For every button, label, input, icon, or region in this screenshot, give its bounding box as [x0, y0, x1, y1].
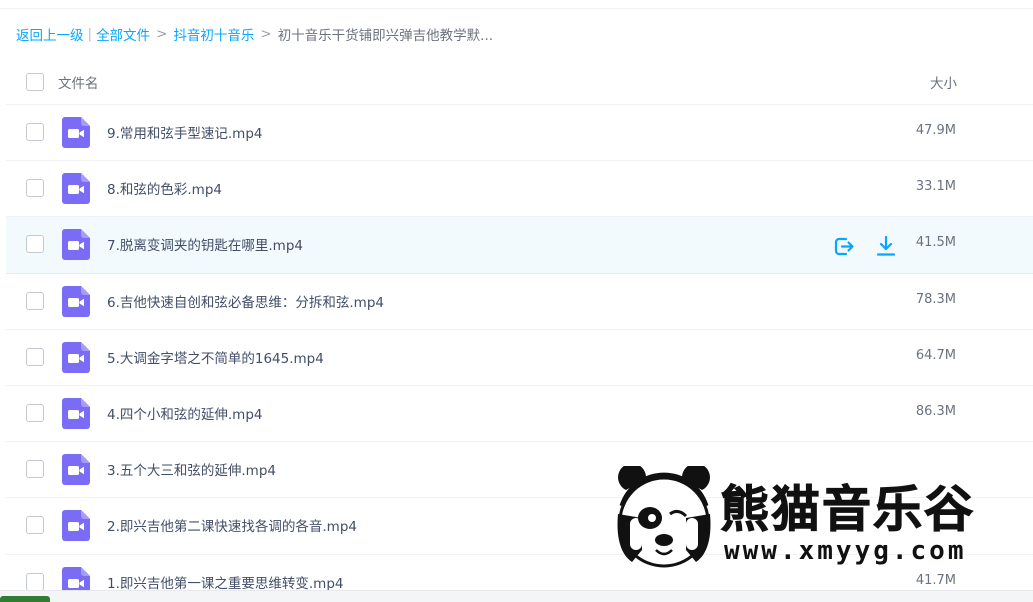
watermark-title: 熊猫音乐谷 [719, 481, 976, 539]
row-checkbox[interactable] [26, 123, 44, 141]
file-row[interactable]: 7.脱离变调夹的钥匙在哪里.mp4 41.5M [6, 217, 1033, 274]
file-name[interactable]: 7.脱离变调夹的钥匙在哪里.mp4 [107, 234, 303, 254]
file-size: 64.7M [915, 347, 956, 363]
breadcrumb-current: 初十音乐干货铺即兴弹吉他教学默... [277, 28, 494, 44]
row-checkbox[interactable] [26, 179, 44, 198]
breadcrumb-separator: > [260, 26, 272, 42]
taskbar-indicator [0, 596, 50, 602]
video-file-icon [62, 397, 90, 429]
share-icon[interactable] [832, 234, 856, 258]
file-size: 86.3M [915, 403, 956, 419]
video-file-icon [62, 341, 90, 373]
watermark-logo: 熊猫音乐谷 www.xmyyg.com [612, 466, 1022, 576]
breadcrumb-separator: | [87, 26, 93, 42]
breadcrumb-separator: > [156, 26, 168, 42]
file-row[interactable]: 8.和弦的色彩.mp4 33.1M [6, 161, 1033, 218]
file-size: 47.9M [915, 123, 956, 138]
video-file-icon [62, 229, 90, 261]
row-checkbox[interactable] [26, 235, 44, 254]
breadcrumb-folder[interactable]: 抖音初十音乐 [173, 24, 254, 44]
row-checkbox[interactable] [26, 516, 44, 535]
file-list-header: 文件名 大小 [6, 60, 1033, 105]
file-name[interactable]: 1.即兴吉他第一课之重要思维转变.mp4 [107, 572, 343, 592]
file-name[interactable]: 5.大调金字塔之不简单的1645.mp4 [107, 347, 324, 367]
file-row[interactable]: 9.常用和弦手型速记.mp4 47.9M [6, 105, 1033, 162]
file-name[interactable]: 8.和弦的色彩.mp4 [107, 178, 222, 198]
back-link[interactable]: 返回上一级 [16, 24, 84, 44]
bottom-bar [0, 590, 1033, 602]
select-all-checkbox[interactable] [26, 73, 44, 91]
panda-logo-icon [617, 466, 711, 568]
row-checkbox[interactable] [26, 572, 44, 591]
breadcrumb: 返回上一级 | 全部文件 > 抖音初十音乐 > 初十音乐干货铺即兴弹吉他教学默.… [16, 24, 493, 44]
breadcrumb-all-files[interactable]: 全部文件 [96, 24, 150, 44]
video-file-icon [62, 173, 90, 205]
file-name[interactable]: 4.四个小和弦的延伸.mp4 [107, 403, 262, 423]
row-checkbox[interactable] [26, 403, 44, 422]
file-size: 41.5M [915, 235, 956, 251]
file-size: 33.1M [915, 179, 956, 195]
file-size: 78.3M [915, 291, 956, 307]
watermark-url: www.xmyyg.com [724, 536, 967, 566]
row-checkbox[interactable] [26, 460, 44, 479]
file-name[interactable]: 3.五个大三和弦的延伸.mp4 [107, 459, 276, 479]
file-name[interactable]: 6.吉他快速自创和弦必备思维：分拆和弦.mp4 [107, 291, 384, 311]
file-name[interactable]: 9.常用和弦手型速记.mp4 [107, 122, 262, 142]
row-checkbox[interactable] [26, 291, 44, 310]
file-row[interactable]: 4.四个小和弦的延伸.mp4 86.3M [6, 386, 1033, 443]
download-icon[interactable] [874, 234, 898, 258]
column-header-size[interactable]: 大小 [930, 72, 957, 92]
video-file-icon [62, 117, 90, 148]
file-row[interactable]: 5.大调金字塔之不简单的1645.mp4 64.7M [6, 330, 1033, 386]
video-file-icon [62, 285, 90, 317]
row-checkbox[interactable] [26, 347, 44, 366]
row-actions [832, 234, 898, 258]
video-file-icon [62, 454, 90, 486]
top-divider [0, 8, 1033, 9]
file-name[interactable]: 2.即兴吉他第二课快速找各调的各音.mp4 [107, 515, 357, 535]
column-header-name[interactable]: 文件名 [58, 72, 99, 92]
video-file-icon [62, 510, 90, 542]
file-row[interactable]: 6.吉他快速自创和弦必备思维：分拆和弦.mp4 78.3M [6, 274, 1033, 330]
